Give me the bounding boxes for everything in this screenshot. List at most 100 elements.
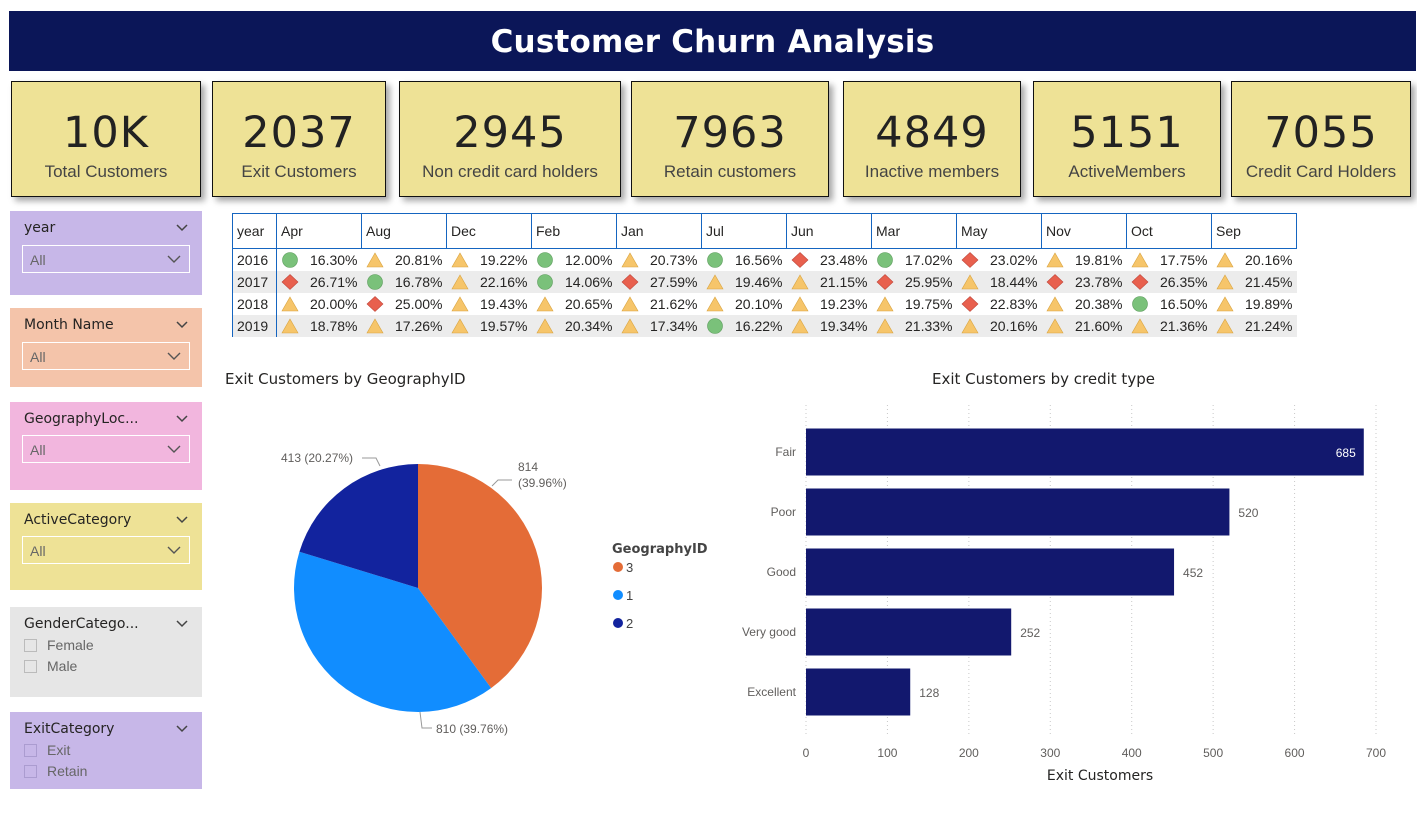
bar-data-label: 520 <box>1238 506 1258 520</box>
matrix-row-header[interactable]: 2019 <box>232 314 277 337</box>
checkbox-label: Female <box>47 637 94 653</box>
matrix-cell-value: 16.56% <box>735 251 783 268</box>
checkbox-box[interactable] <box>24 744 37 757</box>
checkbox-female[interactable]: Female <box>24 637 94 653</box>
matrix-column-header[interactable]: Jun <box>786 213 872 249</box>
matrix-cell-value: 19.46% <box>735 273 783 290</box>
x-tick-label: 700 <box>1366 746 1386 760</box>
bar-data-label: 452 <box>1183 566 1203 580</box>
matrix-cell-value: 23.78% <box>1075 273 1123 290</box>
matrix-cell: 19.89% <box>1212 293 1297 315</box>
slicer-title: ExitCategory <box>24 721 115 737</box>
matrix-cell: 19.46% <box>701 270 787 293</box>
matrix-column-header[interactable]: Feb <box>531 213 617 249</box>
matrix-column-header[interactable]: Aug <box>361 213 447 249</box>
matrix-column-header[interactable]: Nov <box>1041 213 1127 249</box>
chevron-down-icon[interactable] <box>176 412 188 424</box>
matrix-column-header[interactable]: Oct <box>1126 213 1212 249</box>
matrix-column-header[interactable]: Jul <box>701 213 787 249</box>
matrix-body: 2016 16.30% 20.81% 19.22% 12.00% 20.73% 16.56%… <box>232 248 1297 337</box>
bar-poor[interactable] <box>806 488 1230 536</box>
legend-marker-2[interactable] <box>613 618 623 628</box>
chevron-down-icon[interactable] <box>176 722 188 734</box>
legend-label-3[interactable]: 3 <box>626 560 633 575</box>
matrix-cell-value: 22.83% <box>990 295 1038 312</box>
triangle-status-icon <box>790 317 809 333</box>
bar-excellent[interactable] <box>806 668 911 716</box>
geography-dropdown[interactable]: All <box>22 435 190 463</box>
checkbox-label: Exit <box>47 742 71 758</box>
bar-good[interactable] <box>806 548 1175 596</box>
matrix-column-header[interactable]: May <box>956 213 1042 249</box>
matrix-cell: 12.00% <box>532 249 617 271</box>
kpi-value: 5151 <box>1070 108 1184 158</box>
matrix-cell-value: 20.65% <box>565 295 613 312</box>
checkbox-box[interactable] <box>24 660 37 673</box>
slicer-gender-category: GenderCatego... Female Male <box>10 607 202 697</box>
x-tick-label: 300 <box>1040 746 1060 760</box>
legend-marker-3[interactable] <box>613 562 623 572</box>
dashboard-title: Customer Churn Analysis <box>9 11 1416 71</box>
matrix-cell: 18.44% <box>956 270 1042 293</box>
checkbox-box[interactable] <box>24 639 37 652</box>
kpi-label: Inactive members <box>864 162 1000 181</box>
chevron-down-icon[interactable] <box>176 513 188 525</box>
checkbox-male[interactable]: Male <box>24 658 77 674</box>
legend-label-1[interactable]: 1 <box>626 588 633 603</box>
matrix-cell-value: 20.73% <box>650 251 698 268</box>
circle-status-icon <box>1131 295 1148 312</box>
year-dropdown[interactable]: All <box>22 245 190 273</box>
matrix-cell-value: 17.75% <box>1160 251 1208 268</box>
triangle-status-icon <box>790 273 809 289</box>
chevron-down-icon[interactable] <box>176 221 188 233</box>
matrix-row-header[interactable]: 2018 <box>232 292 277 315</box>
chevron-down-icon <box>167 546 181 554</box>
checkbox-box[interactable] <box>24 765 37 778</box>
matrix-column-header[interactable]: Apr <box>276 213 362 249</box>
matrix-cell-value: 21.60% <box>1075 317 1123 334</box>
x-axis-label: Exit Customers <box>1047 768 1153 784</box>
checkbox-exit[interactable]: Exit <box>24 742 70 758</box>
checkbox-retain[interactable]: Retain <box>24 763 87 779</box>
x-tick-label: 400 <box>1122 746 1142 760</box>
matrix-cell: 19.81% <box>1042 249 1127 271</box>
matrix-row-header[interactable]: 2016 <box>232 248 277 271</box>
matrix-cell-value: 19.34% <box>820 317 868 334</box>
kpi-card-non-credit-card-holders: 2945 Non credit card holders <box>399 81 621 197</box>
matrix-row-header[interactable]: 2017 <box>232 270 277 293</box>
chevron-down-icon[interactable] <box>176 617 188 629</box>
matrix-column-header[interactable]: Sep <box>1211 213 1297 249</box>
slicer-geography-location: GeographyLoc... All <box>10 402 202 490</box>
matrix-cell-value: 16.30% <box>310 251 358 268</box>
matrix-cell-value: 21.36% <box>1160 317 1208 334</box>
matrix-cell-value: 12.00% <box>565 251 613 268</box>
matrix-cell: 16.78% <box>361 270 447 293</box>
checkbox-label: Male <box>47 658 78 674</box>
triangle-status-icon <box>620 295 639 311</box>
triangle-status-icon <box>450 295 469 311</box>
matrix-cell: 19.57% <box>446 314 532 337</box>
matrix-cell-value: 20.10% <box>735 295 783 312</box>
circle-status-icon <box>536 273 553 290</box>
active-category-dropdown[interactable]: All <box>22 536 190 564</box>
matrix-column-header[interactable]: Mar <box>871 213 957 249</box>
kpi-label: ActiveMembers <box>1068 162 1186 181</box>
matrix-cell: 20.00% <box>277 293 362 315</box>
legend-label-2[interactable]: 2 <box>626 616 633 631</box>
bar-very-good[interactable] <box>806 608 1012 656</box>
matrix-corner-header[interactable]: year <box>232 213 277 249</box>
chevron-down-icon <box>167 445 181 453</box>
diamond-status-icon <box>791 251 808 268</box>
matrix-cell: 23.78% <box>1041 270 1127 293</box>
diamond-status-icon <box>366 295 383 312</box>
matrix-column-header[interactable]: Jan <box>616 213 702 249</box>
circle-status-icon <box>706 251 723 268</box>
triangle-status-icon <box>535 317 554 333</box>
matrix-column-header[interactable]: Dec <box>446 213 532 249</box>
bar-fair[interactable] <box>806 428 1364 476</box>
chevron-down-icon[interactable] <box>176 318 188 330</box>
month-dropdown[interactable]: All <box>22 342 190 370</box>
bar-data-label: 685 <box>1336 446 1356 460</box>
legend-marker-1[interactable] <box>613 590 623 600</box>
matrix-cell: 25.95% <box>871 270 957 293</box>
